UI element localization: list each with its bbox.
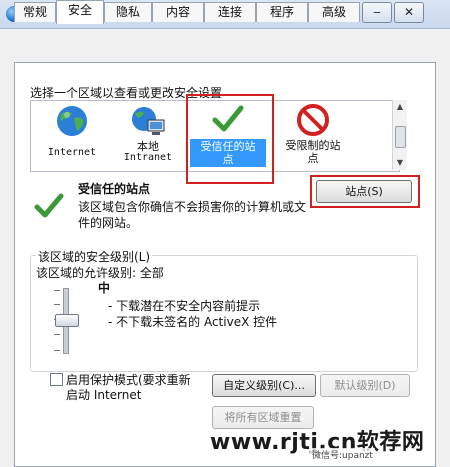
level-name: 中	[98, 281, 111, 295]
tab-general[interactable]: 常规	[14, 2, 56, 22]
zone-internet-label: Internet	[47, 147, 97, 158]
protected-mode-label-2: 启动 Internet	[66, 388, 142, 402]
zone-list-scrollbar[interactable]: ▲ ▼	[392, 100, 407, 170]
zone-internet[interactable]: Internet	[44, 104, 100, 158]
tab-advanced[interactable]: 高级	[308, 2, 360, 22]
scroll-down-arrow-icon[interactable]: ▼	[393, 156, 407, 170]
zone-description-line2: 件的网站。	[78, 216, 139, 230]
zone-restricted-label-1: 受限制的站	[285, 139, 341, 152]
highlight-sites-button	[310, 175, 420, 208]
zone-restricted-label-2: 点	[307, 152, 319, 165]
tab-connections[interactable]: 连接	[204, 2, 256, 22]
zone-restricted-sites[interactable]: 受限制的站 点	[276, 104, 350, 165]
zone-local-label-1: 本地	[137, 140, 159, 153]
scroll-up-arrow-icon[interactable]: ▲	[393, 100, 407, 114]
zone-description-line1: 该区域包含你确信不会损害你的计算机或文	[78, 200, 307, 214]
level-description-1: - 下载潜在不安全内容前提示	[108, 299, 261, 313]
tab-programs[interactable]: 程序	[256, 2, 308, 22]
zone-local-label-2: Intranet	[123, 152, 173, 163]
tab-security[interactable]: 安全	[56, 0, 104, 24]
zone-title: 受信任的站点	[78, 182, 151, 196]
highlight-trusted-zone	[186, 94, 274, 184]
default-level-button[interactable]: 默认级别(D)	[320, 374, 410, 397]
slider-tick	[54, 334, 60, 335]
tab-privacy[interactable]: 隐私	[104, 2, 152, 22]
custom-level-button[interactable]: 自定义级别(C)...	[212, 374, 316, 397]
security-level-group-title: 该区域的安全级别(L)	[36, 248, 153, 265]
globe-icon	[57, 106, 87, 136]
trusted-check-icon	[34, 193, 64, 218]
scroll-thumb[interactable]	[395, 126, 406, 148]
local-intranet-icon	[132, 107, 165, 135]
watermark-badge: 微信号:upanzt	[310, 448, 375, 461]
slider-tick	[54, 290, 60, 291]
zone-local-intranet[interactable]: 本地 Intranet	[118, 104, 178, 163]
slider-tick	[54, 304, 60, 305]
close-button[interactable]: ✕	[394, 2, 424, 23]
security-level-slider-thumb[interactable]	[55, 314, 79, 327]
tab-content[interactable]: 内容	[152, 2, 204, 22]
minimize-button[interactable]: ‒	[362, 2, 392, 23]
level-description-2: - 不下载未签名的 ActiveX 控件	[108, 315, 278, 329]
protected-mode-checkbox[interactable]	[50, 373, 63, 386]
no-entry-icon	[297, 104, 329, 136]
slider-tick	[54, 350, 60, 351]
